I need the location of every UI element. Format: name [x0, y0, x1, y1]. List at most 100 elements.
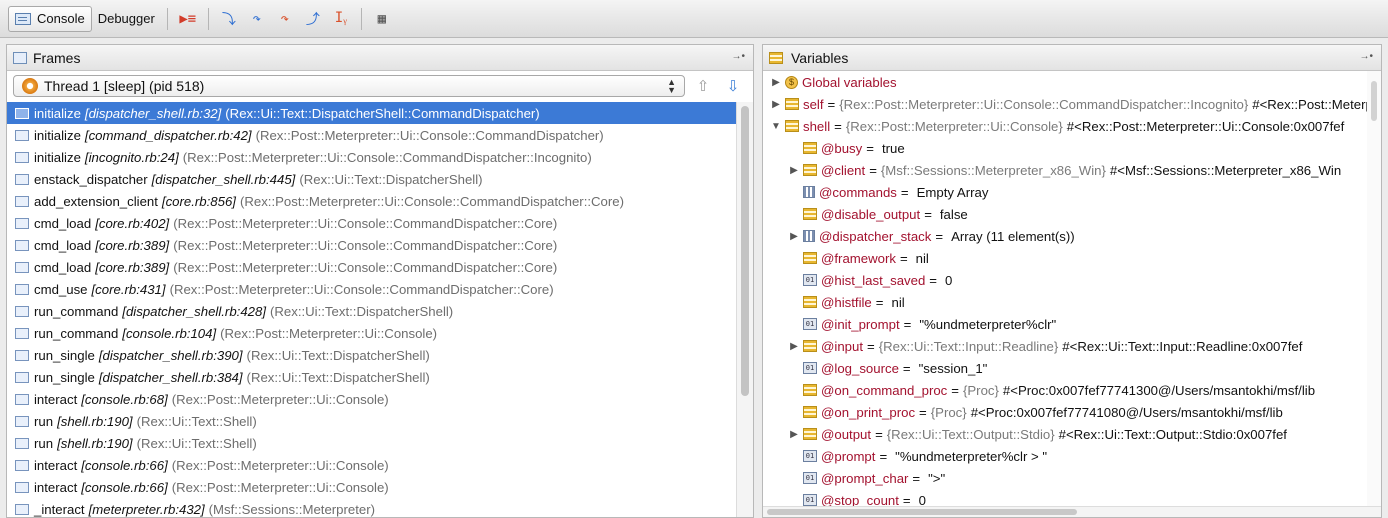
thread-selector[interactable]: Thread 1 [sleep] (pid 518) ▲ ▼ — [13, 75, 685, 97]
frame-location: [core.rb:856] — [161, 193, 236, 209]
step-out-button[interactable]: ↷ — [274, 8, 296, 30]
expand-toggle-icon[interactable]: ▶ — [785, 341, 803, 352]
frame-location: [console.rb:66] — [81, 479, 168, 495]
frame-row[interactable]: cmd_load [core.rb:389] (Rex::Post::Meterpr… — [7, 234, 737, 256]
frame-location: [console.rb:68] — [81, 391, 168, 407]
variable-row[interactable]: ▶ @client = {Msf::Sessions::Meterpreter_x86… — [763, 159, 1381, 181]
frame-class: (Rex::Post::Meterpreter::Ui::Console::Co… — [169, 281, 554, 297]
variable-row[interactable]: ▶ @dispatcher_stack = Array (11 element(s)) — [763, 225, 1381, 247]
console-icon — [15, 12, 31, 25]
frame-method: enstack_dispatcher — [34, 171, 148, 187]
equals-sign: = — [951, 382, 959, 398]
global-icon: $ — [785, 75, 798, 89]
variable-value: true — [881, 140, 905, 156]
variable-value: #<Proc:0x007fef77741080@/Users/msantokhi… — [970, 404, 1283, 420]
tab-console[interactable]: Console — [8, 5, 92, 32]
frame-row[interactable]: add_extension_client [core.rb:856] (Rex::P… — [7, 190, 737, 212]
frame-row[interactable]: initialize [command_dispatcher.rb:42] (Rex… — [7, 124, 737, 146]
variable-row[interactable]: ▶ $ Global variables — [763, 71, 1381, 93]
step-into-button[interactable]: ⤵ — [218, 8, 240, 30]
variable-row[interactable]: @framework = nil — [763, 247, 1381, 269]
expand-toggle-icon[interactable]: ▶ — [767, 99, 785, 110]
calculator-button[interactable]: ▦ — [371, 8, 393, 30]
variable-row[interactable]: ▶ @output = {Rex::Ui::Text::Output::Stdio} #… — [763, 423, 1381, 445]
expand-toggle-icon[interactable]: ▼ — [767, 121, 785, 132]
variable-row[interactable]: 01 @prompt_char = ">" — [763, 467, 1381, 489]
variable-value: false — [939, 206, 968, 222]
variables-scrollbar-thumb[interactable] — [1371, 81, 1377, 121]
expand-toggle-icon[interactable]: ▶ — [785, 429, 803, 440]
frame-row[interactable]: initialize [dispatcher_shell.rb:32] (Rex::… — [7, 102, 737, 124]
frame-row[interactable]: enstack_dispatcher [dispatcher_shell.rb:4… — [7, 168, 737, 190]
variable-name: @hist_last_saved — [821, 272, 926, 288]
frame-row[interactable]: interact [console.rb:66] (Rex::Post::Meter… — [7, 476, 737, 498]
frame-row[interactable]: cmd_load [core.rb:389] (Rex::Post::Meterpr… — [7, 256, 737, 278]
frame-row[interactable]: initialize [incognito.rb:24] (Rex::Post::M… — [7, 146, 737, 168]
variable-row[interactable]: @on_print_proc = {Proc} #<Proc:0x007fef7774… — [763, 401, 1381, 423]
expand-toggle-icon[interactable]: ▶ — [785, 231, 803, 242]
variable-row[interactable]: 01 @log_source = "session_1" — [763, 357, 1381, 379]
frame-row[interactable]: run_command [console.rb:104] (Rex::Post::M… — [7, 322, 737, 344]
frame-class: (Rex::Ui::Text::DispatcherShell) — [299, 171, 483, 187]
variable-row[interactable]: @histfile = nil — [763, 291, 1381, 313]
variable-row[interactable]: 01 @init_prompt = "%undmeterpreter%clr" — [763, 313, 1381, 335]
frame-icon — [15, 239, 29, 251]
frame-row[interactable]: run [shell.rb:190] (Rex::Ui::Text::Shell) — [7, 410, 737, 432]
step-over-button[interactable]: ↷ — [246, 8, 268, 30]
pin-icon[interactable]: →• — [1359, 51, 1373, 62]
frames-scrollbar-thumb[interactable] — [741, 106, 749, 396]
expand-toggle-icon[interactable]: ▶ — [767, 77, 785, 88]
variable-value: ">" — [928, 470, 946, 486]
variables-scrollbar[interactable] — [1367, 71, 1381, 509]
frame-row[interactable]: _interact [meterpreter.rb:432] (Msf::Sessi… — [7, 498, 737, 517]
step-out-frame-button[interactable]: ⤴ — [302, 8, 324, 30]
equals-sign: = — [879, 448, 888, 464]
frame-row[interactable]: interact [console.rb:66] (Rex::Post::Meter… — [7, 454, 737, 476]
object-icon — [785, 120, 799, 132]
variables-panel: Variables →• ▶ $ Global variables ▶ self = {Re… — [762, 44, 1382, 518]
variables-hscrollbar-thumb[interactable] — [767, 509, 1077, 515]
frame-row[interactable]: cmd_use [core.rb:431] (Rex::Post::Meterpre… — [7, 278, 737, 300]
variable-row[interactable]: ▶ self = {Rex::Post::Meterpreter::Ui::Conso… — [763, 93, 1381, 115]
variable-row[interactable]: @disable_output = false — [763, 203, 1381, 225]
frame-method: _interact — [34, 501, 85, 517]
equals-sign: = — [875, 294, 884, 310]
frame-class: (Rex::Post::Meterpreter::Ui::Console) — [171, 457, 389, 473]
tab-debugger[interactable]: Debugger — [92, 6, 161, 32]
variable-value: nil — [915, 250, 929, 266]
frames-scrollbar[interactable] — [736, 102, 753, 517]
frame-row[interactable]: cmd_load [core.rb:402] (Rex::Post::Meterpr… — [7, 212, 737, 234]
variables-hscrollbar[interactable] — [763, 506, 1381, 517]
variable-value: #<Rex::Post::Meterpreter::Ui::Console::C… — [1252, 96, 1381, 112]
frame-row[interactable]: run_command [dispatcher_shell.rb:428] (Rex… — [7, 300, 737, 322]
variable-name: @busy — [821, 140, 863, 156]
variable-row[interactable]: @commands = Empty Array — [763, 181, 1381, 203]
variable-row[interactable]: 01 @hist_last_saved = 0 — [763, 269, 1381, 291]
frame-class: (Rex::Ui::Text::DispatcherShell) — [269, 303, 454, 319]
frame-method: add_extension_client — [34, 193, 158, 209]
equals-sign: = — [903, 316, 912, 332]
frame-row[interactable]: interact [console.rb:68] (Rex::Post::Meter… — [7, 388, 737, 410]
frame-class: (Rex::Post::Meterpreter::Ui::Console::Co… — [239, 193, 625, 209]
variable-name: self — [803, 96, 824, 112]
variable-row[interactable]: 01 @prompt = "%undmeterpreter%clr > " — [763, 445, 1381, 467]
frame-row[interactable]: run_single [dispatcher_shell.rb:390] (Rex:… — [7, 344, 737, 366]
frame-row[interactable]: run_single [dispatcher_shell.rb:384] (Rex:… — [7, 366, 737, 388]
variable-row[interactable]: ▶ @input = {Rex::Ui::Text::Input::Readline}… — [763, 335, 1381, 357]
variable-row[interactable]: ▼ shell = {Rex::Post::Meterpreter::Ui::Cons… — [763, 115, 1381, 137]
frame-row[interactable]: run [shell.rb:190] (Rex::Ui::Text::Shell) — [7, 432, 737, 454]
evaluate-expression-button[interactable]: Iᵧ — [330, 8, 352, 30]
variable-row[interactable]: @busy = true — [763, 137, 1381, 159]
variable-row[interactable]: @on_command_proc = {Proc} #<Proc:0x007fef77… — [763, 379, 1381, 401]
frame-icon — [15, 305, 29, 317]
frame-location: [dispatcher_shell.rb:445] — [151, 171, 296, 187]
run-to-cursor-button[interactable]: ▶≡ — [177, 8, 199, 30]
thread-selector-value: Thread 1 [sleep] (pid 518) — [44, 78, 205, 94]
variable-name: @dispatcher_stack — [819, 228, 932, 244]
frame-down-button[interactable]: ⇩ — [721, 76, 745, 96]
equals-sign: = — [869, 162, 877, 178]
expand-toggle-icon[interactable]: ▶ — [785, 165, 803, 176]
pin-icon[interactable]: →• — [731, 51, 745, 62]
frame-up-button[interactable]: ⇧ — [691, 76, 715, 96]
frame-location: [dispatcher_shell.rb:32] — [84, 105, 222, 121]
